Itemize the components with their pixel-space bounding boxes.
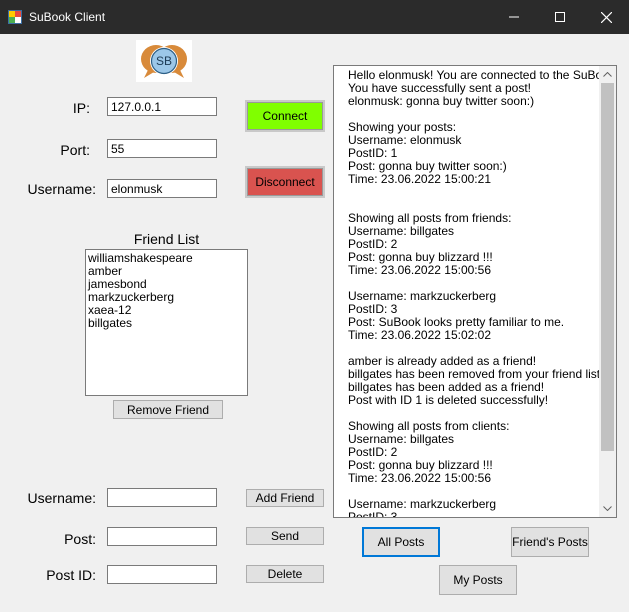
chevron-down-icon — [603, 506, 612, 511]
friend-list-title: Friend List — [133, 231, 200, 247]
message-log-text: Hello elonmusk! You are connected to the… — [348, 69, 616, 518]
delete-button[interactable]: Delete — [246, 565, 324, 583]
chevron-up-icon — [603, 72, 612, 77]
subook-logo: SB — [136, 40, 192, 82]
close-button[interactable] — [583, 0, 629, 34]
log-line: elonmusk: gonna buy twitter soon:) — [348, 94, 535, 108]
post-input[interactable] — [107, 527, 217, 546]
friends-posts-button[interactable]: Friend's Posts — [511, 527, 589, 557]
app-icon — [8, 10, 22, 24]
window-title: SuBook Client — [29, 10, 106, 24]
friend-username-label: Username: — [27, 490, 96, 506]
log-scrollbar[interactable] — [599, 66, 616, 517]
title-bar: SuBook Client — [0, 0, 629, 34]
log-line: Post with ID 1 is deleted successfully! — [348, 393, 549, 407]
message-log[interactable]: Hello elonmusk! You are connected to the… — [333, 65, 617, 518]
port-label: Port: — [60, 142, 90, 158]
log-line: Time: 23.06.2022 15:00:56 — [348, 471, 491, 485]
post-id-label: Post ID: — [46, 567, 96, 583]
friend-list-item[interactable]: billgates — [88, 317, 245, 330]
ip-input[interactable] — [107, 97, 217, 116]
username-label: Username: — [27, 181, 96, 197]
log-line: Time: 23.06.2022 15:00:56 — [348, 263, 491, 277]
scroll-up-arrow[interactable] — [599, 66, 616, 83]
minimize-button[interactable] — [491, 0, 537, 34]
send-button[interactable]: Send — [246, 527, 324, 545]
maximize-icon — [555, 12, 565, 22]
disconnect-button[interactable]: Disconnect — [245, 166, 325, 198]
friend-list[interactable]: williamshakespeare amber jamesbond markz… — [85, 249, 248, 396]
post-label: Post: — [64, 531, 96, 547]
connect-button[interactable]: Connect — [245, 100, 325, 132]
log-line: PostID: 3 — [348, 510, 398, 518]
remove-friend-button[interactable]: Remove Friend — [113, 400, 223, 419]
friend-username-input[interactable] — [107, 488, 217, 507]
maximize-button[interactable] — [537, 0, 583, 34]
log-line: Time: 23.06.2022 15:02:02 — [348, 328, 491, 342]
all-posts-button[interactable]: All Posts — [362, 527, 440, 557]
log-line: Time: 23.06.2022 15:00:21 — [348, 172, 491, 186]
scroll-down-arrow[interactable] — [599, 500, 616, 517]
add-friend-button[interactable]: Add Friend — [246, 489, 324, 507]
scroll-thumb[interactable] — [601, 83, 614, 451]
close-icon — [600, 11, 612, 23]
logo-text: SB — [155, 54, 172, 68]
post-id-input[interactable] — [107, 565, 217, 584]
ip-label: IP: — [72, 100, 90, 116]
port-input[interactable] — [107, 139, 217, 158]
username-input[interactable] — [107, 179, 217, 198]
minimize-icon — [509, 16, 519, 18]
my-posts-button[interactable]: My Posts — [439, 565, 517, 595]
